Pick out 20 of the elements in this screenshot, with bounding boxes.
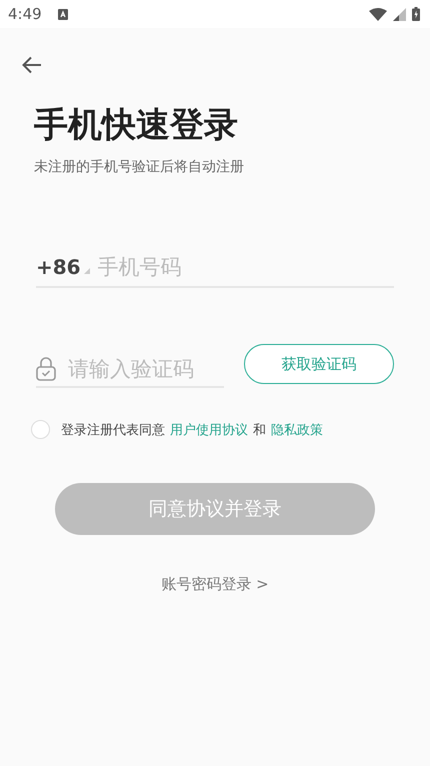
- agreement-text: 登录注册代表同意: [61, 422, 165, 438]
- code-input[interactable]: 请输入验证码: [66, 356, 224, 382]
- notification-icon: [58, 8, 68, 20]
- page-subtitle: 未注册的手机号验证后将自动注册: [34, 158, 245, 176]
- dropdown-icon: [84, 268, 90, 274]
- back-arrow-icon[interactable]: [22, 56, 42, 74]
- password-login-link[interactable]: 账号密码登录 >: [161, 575, 269, 594]
- wifi-icon: [369, 8, 387, 20]
- agreement-checkbox[interactable]: [31, 420, 50, 439]
- country-code[interactable]: +86: [36, 255, 81, 279]
- page-title: 手机快速登录: [34, 104, 239, 147]
- battery-icon: [412, 7, 420, 21]
- signal-icon: [393, 8, 406, 20]
- lock-icon: [36, 357, 56, 381]
- status-time: 4:49: [8, 5, 42, 23]
- get-code-button[interactable]: 获取验证码: [244, 344, 394, 384]
- privacy-policy-link[interactable]: 隐私政策: [271, 420, 323, 438]
- phone-input[interactable]: 手机号码: [96, 254, 394, 280]
- agreement-joiner: 和: [253, 422, 266, 438]
- user-agreement-link[interactable]: 用户使用协议: [170, 420, 248, 438]
